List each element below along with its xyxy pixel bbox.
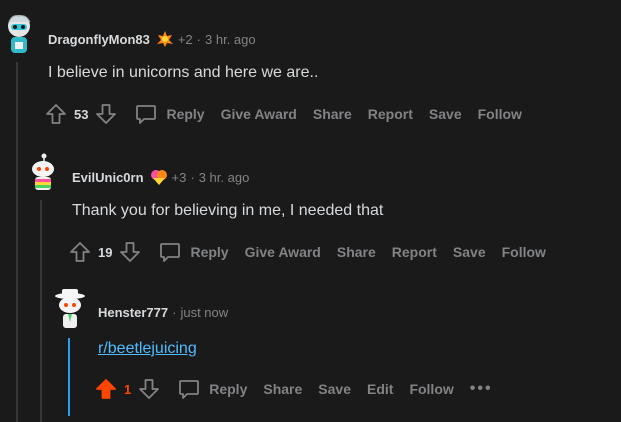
thread-line-level-1[interactable] <box>16 62 18 422</box>
separator: · <box>172 305 177 320</box>
reply-button[interactable]: Reply <box>134 102 205 126</box>
timestamp[interactable]: 3 hr. ago <box>205 32 256 47</box>
upvote-icon[interactable] <box>68 240 92 264</box>
share-button[interactable]: Share <box>337 244 376 260</box>
more-options-icon[interactable]: ••• <box>470 380 493 398</box>
follow-button[interactable]: Follow <box>409 381 453 397</box>
report-button[interactable]: Report <box>392 244 437 260</box>
award-icon[interactable] <box>156 30 174 48</box>
timestamp[interactable]: just now <box>180 305 228 320</box>
comment-body: Thank you for believing in me, I needed … <box>72 202 384 219</box>
reply-button[interactable]: Reply <box>158 240 229 264</box>
comment-actions: 19 Reply Give Award Share Report Save Fo… <box>68 240 546 264</box>
save-button[interactable]: Save <box>318 381 351 397</box>
comment-body: I believe in unicorns and here we are.. <box>48 64 319 81</box>
vote-count: 53 <box>74 106 89 122</box>
edit-button[interactable]: Edit <box>367 381 393 397</box>
comment-meta: DragonflyMon83 +2 · 3 hr. ago <box>48 30 256 48</box>
vote-count: 1 <box>124 381 132 397</box>
give-award-button[interactable]: Give Award <box>221 106 297 122</box>
downvote-icon[interactable] <box>94 102 118 126</box>
avatar[interactable] <box>52 286 88 330</box>
chat-bubble-icon <box>179 380 200 399</box>
follow-button[interactable]: Follow <box>478 106 522 122</box>
comment-actions: 1 Reply Share Save Edit Follow ••• <box>94 377 493 401</box>
share-button[interactable]: Share <box>313 106 352 122</box>
timestamp[interactable]: 3 hr. ago <box>199 170 250 185</box>
username[interactable]: EvilUnic0rn <box>72 170 144 185</box>
give-award-button[interactable]: Give Award <box>245 244 321 260</box>
vote-count: 19 <box>98 244 113 260</box>
karma-delta: +2 <box>177 31 193 47</box>
downvote-icon[interactable] <box>118 240 142 264</box>
save-button[interactable]: Save <box>429 106 462 122</box>
username[interactable]: Henster777 <box>98 305 168 320</box>
reply-label: Reply <box>166 106 205 122</box>
karma-delta: +3 <box>171 169 187 185</box>
avatar[interactable] <box>2 12 36 56</box>
thread-line-level-2[interactable] <box>40 200 42 422</box>
comment-body: r/beetlejuicing <box>98 340 197 358</box>
avatar[interactable] <box>26 152 60 192</box>
upvote-icon[interactable] <box>44 102 68 126</box>
chat-bubble-icon <box>136 105 157 124</box>
upvote-icon[interactable] <box>94 377 118 401</box>
save-button[interactable]: Save <box>453 244 486 260</box>
username[interactable]: DragonflyMon83 <box>48 32 150 47</box>
reply-label: Reply <box>209 381 248 397</box>
follow-button[interactable]: Follow <box>502 244 546 260</box>
subreddit-link[interactable]: r/beetlejuicing <box>98 340 197 357</box>
reply-label: Reply <box>190 244 229 260</box>
award-icon[interactable] <box>150 168 168 186</box>
separator: · <box>190 169 195 185</box>
comment-actions: 53 Reply Give Award Share Report Save Fo… <box>44 102 522 126</box>
share-button[interactable]: Share <box>263 381 302 397</box>
downvote-icon[interactable] <box>137 377 161 401</box>
thread-line-level-3[interactable] <box>68 338 70 416</box>
reply-button[interactable]: Reply <box>177 377 247 401</box>
chat-bubble-icon <box>160 243 181 262</box>
separator: · <box>196 31 202 47</box>
comment-meta: Henster777 · just now <box>98 305 228 320</box>
comment-meta: EvilUnic0rn +3 · 3 hr. ago <box>72 168 249 186</box>
report-button[interactable]: Report <box>368 106 413 122</box>
